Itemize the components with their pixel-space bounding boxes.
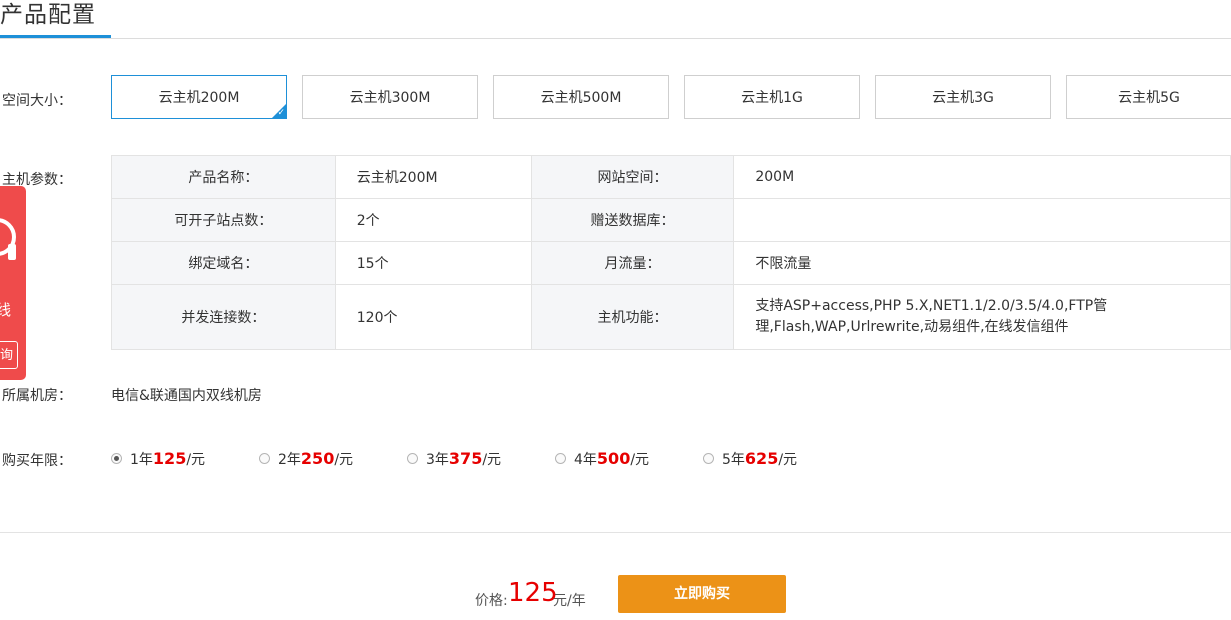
param-key: 并发连接数： xyxy=(111,284,336,350)
section-divider xyxy=(0,532,1231,533)
size-option-label: 云主机5G xyxy=(1118,90,1180,106)
param-value xyxy=(733,198,1231,242)
param-key: 主机功能： xyxy=(530,284,735,350)
online-service-widget[interactable]: 线 询 xyxy=(0,186,26,380)
features-line-2: 理,Flash,WAP,Urlrewrite,动易组件,在线发信组件 xyxy=(755,319,1069,335)
room-value: 电信&联通国内双线机房 xyxy=(111,388,262,404)
period-unit: /元 xyxy=(186,452,206,468)
space-size-label: 空间大小： xyxy=(2,93,72,109)
period-price: 250 xyxy=(300,449,335,468)
period-option-5y[interactable]: 5年625/元 xyxy=(703,449,813,469)
table-row: 绑定域名： 15个 月流量： 不限流量 xyxy=(111,241,1231,285)
period-unit: /元 xyxy=(778,452,798,468)
period-option-1y[interactable]: 1年125/元 xyxy=(111,449,221,469)
param-key: 网站空间： xyxy=(530,155,735,199)
size-option-label: 云主机1G xyxy=(741,90,803,106)
features-line-1: 支持ASP+access,PHP 5.X,NET1.1/2.0/3.5/4.0,… xyxy=(755,298,1108,314)
param-key: 产品名称： xyxy=(111,155,336,199)
period-option-4y[interactable]: 4年500/元 xyxy=(555,449,665,469)
period-option-2y[interactable]: 2年250/元 xyxy=(259,449,369,469)
size-option-1g[interactable]: 云主机1G xyxy=(684,75,860,119)
size-option-300m[interactable]: 云主机300M xyxy=(302,75,478,119)
size-option-label: 云主机500M xyxy=(540,90,622,106)
host-params-table: 产品名称： 云主机200M 网站空间： 200M 可开子站点数： 2个 赠送数据… xyxy=(111,155,1231,350)
period-years: 1年 xyxy=(130,452,153,468)
radio-button[interactable] xyxy=(259,453,270,464)
radio-button[interactable] xyxy=(407,453,418,464)
param-key: 月流量： xyxy=(530,241,735,285)
headset-ear-icon xyxy=(8,244,16,260)
title-underline xyxy=(0,35,111,38)
selected-check-icon: ✓ xyxy=(271,103,287,119)
size-option-200m[interactable]: 云主机200M ✓ xyxy=(111,75,287,119)
size-option-label: 云主机300M xyxy=(349,90,431,106)
room-label: 所属机房： xyxy=(2,388,72,404)
price-unit: 元/年 xyxy=(553,593,586,609)
param-value: 2个 xyxy=(334,198,532,242)
param-key: 赠送数据库： xyxy=(530,198,735,242)
table-row: 产品名称： 云主机200M 网站空间： 200M xyxy=(111,155,1231,199)
param-value: 云主机200M xyxy=(334,155,532,199)
period-option-3y[interactable]: 3年375/元 xyxy=(407,449,517,469)
size-option-label: 云主机3G xyxy=(932,90,994,106)
consult-button[interactable]: 询 xyxy=(0,341,18,369)
period-label: 购买年限： xyxy=(2,453,72,469)
table-row: 并发连接数： 120个 主机功能： 支持ASP+access,PHP 5.X,N… xyxy=(111,284,1231,350)
period-years: 5年 xyxy=(722,452,745,468)
period-price: 500 xyxy=(596,449,631,468)
buy-now-button[interactable]: 立即购买 xyxy=(618,575,786,613)
size-option-3g[interactable]: 云主机3G xyxy=(875,75,1051,119)
param-value: 不限流量 xyxy=(733,241,1231,285)
period-unit: /元 xyxy=(482,452,502,468)
param-value-features: 支持ASP+access,PHP 5.X,NET1.1/2.0/3.5/4.0,… xyxy=(733,284,1231,350)
period-years: 4年 xyxy=(574,452,597,468)
param-value: 15个 xyxy=(334,241,532,285)
size-option-5g[interactable]: 云主机5G xyxy=(1066,75,1231,119)
table-row: 可开子站点数： 2个 赠送数据库： xyxy=(111,198,1231,242)
page-title: 产品配置 xyxy=(0,2,96,28)
radio-button[interactable] xyxy=(555,453,566,464)
period-price: 625 xyxy=(744,449,779,468)
period-years: 3年 xyxy=(426,452,449,468)
price-value: 125 xyxy=(508,578,558,608)
period-price: 375 xyxy=(448,449,483,468)
radio-button[interactable] xyxy=(703,453,714,464)
online-service-text: 线 xyxy=(0,301,12,319)
size-option-label: 云主机200M xyxy=(158,90,240,106)
size-option-500m[interactable]: 云主机500M xyxy=(493,75,669,119)
period-years: 2年 xyxy=(278,452,301,468)
price-label: 价格: xyxy=(475,593,508,609)
param-value: 120个 xyxy=(334,284,532,350)
period-unit: /元 xyxy=(630,452,650,468)
param-value: 200M xyxy=(733,155,1231,199)
period-price: 125 xyxy=(152,449,187,468)
param-key: 可开子站点数： xyxy=(111,198,336,242)
period-unit: /元 xyxy=(334,452,354,468)
page-header: 产品配置 xyxy=(0,0,1231,39)
radio-button[interactable] xyxy=(111,453,122,464)
param-key: 绑定域名： xyxy=(111,241,336,285)
